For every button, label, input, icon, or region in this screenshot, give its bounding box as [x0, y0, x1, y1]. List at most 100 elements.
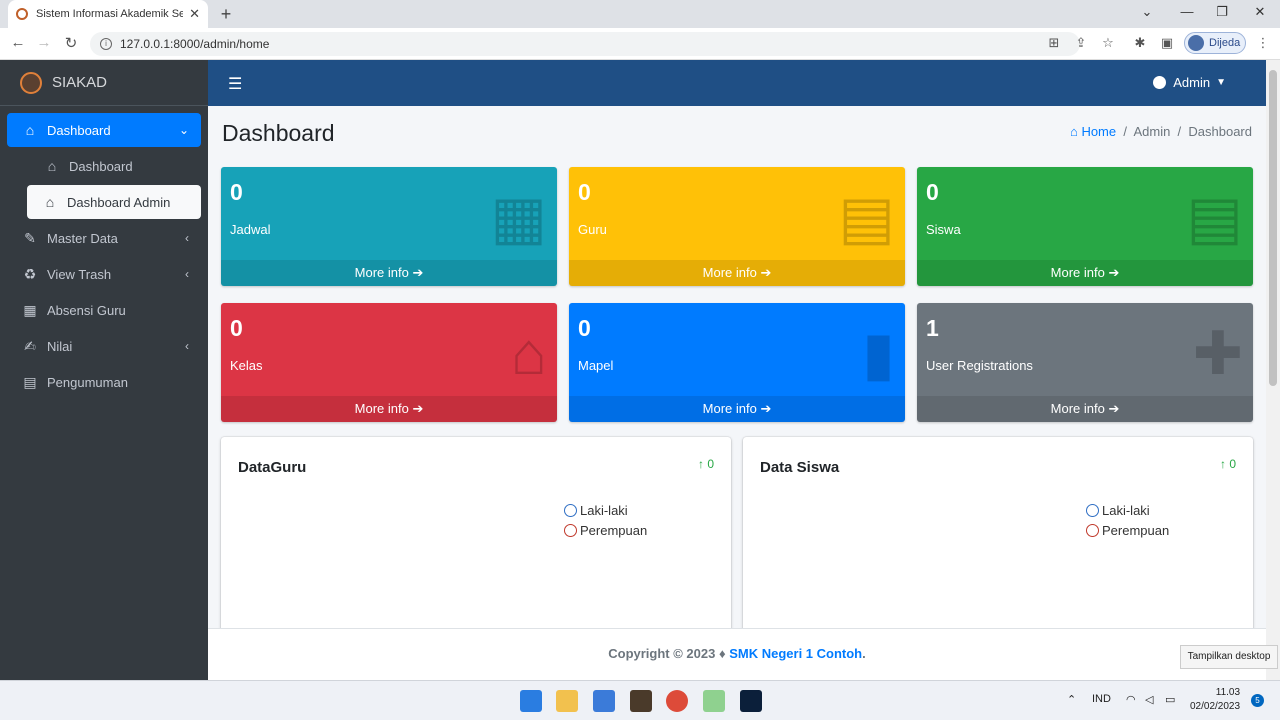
- stat-box-user-registrations: 1 User Registrations ✚ More info ➔: [917, 303, 1253, 422]
- sidebar-item-pengumuman[interactable]: ▤ Pengumuman: [7, 365, 201, 399]
- sidebar-item-label: View Trash: [47, 266, 112, 282]
- breadcrumb-home[interactable]: Home: [1081, 124, 1116, 139]
- stat-value: 0: [926, 179, 939, 205]
- user-name: Admin: [1173, 75, 1211, 90]
- maximize-button[interactable]: ❐: [1212, 4, 1232, 20]
- id-card-icon: ▤: [1186, 184, 1243, 251]
- stat-value: 1: [926, 315, 939, 341]
- bookmark-star-icon[interactable]: ☆: [1099, 35, 1117, 51]
- start-icon[interactable]: [520, 690, 542, 712]
- sidebar-item-label: Absensi Guru: [47, 302, 126, 318]
- back-icon[interactable]: ←: [8, 34, 28, 51]
- notification-badge[interactable]: 5: [1251, 694, 1264, 707]
- more-info-link[interactable]: More info ➔: [221, 260, 557, 286]
- tray-chevron-up-icon[interactable]: ⌃: [1067, 693, 1076, 706]
- card-data-guru: DataGuru ↑ 0 Laki-laki Perempuan: [221, 437, 731, 637]
- signature-icon: ✍: [24, 337, 36, 354]
- forward-icon[interactable]: →: [34, 34, 54, 51]
- sidebar-item-label: Dashboard: [69, 158, 133, 174]
- file-explorer-icon[interactable]: [556, 690, 578, 712]
- breadcrumb-admin[interactable]: Admin: [1133, 124, 1170, 139]
- sidebar-item-master-data[interactable]: ✎ Master Data ‹: [7, 221, 201, 255]
- stat-label: User Registrations: [926, 358, 1033, 373]
- legend-item[interactable]: Perempuan: [564, 523, 647, 538]
- new-tab-button[interactable]: +: [216, 4, 236, 25]
- browser-menu-icon[interactable]: ⋮: [1254, 35, 1272, 51]
- chrome-icon[interactable]: [666, 690, 688, 712]
- translate-icon[interactable]: ⊞: [1045, 35, 1063, 51]
- language-indicator[interactable]: IND: [1092, 693, 1111, 705]
- legend-item[interactable]: Perempuan: [1086, 523, 1169, 538]
- sidebar-item-dashboard[interactable]: ⌂ Dashboard ⌄: [7, 113, 201, 147]
- url-text: 127.0.0.1:8000/admin/home: [120, 37, 270, 51]
- calendar-check-icon: ▦: [23, 301, 37, 318]
- brand-text: SIAKAD: [52, 74, 108, 91]
- stat-box-kelas: 0 Kelas ⌂ More info ➔: [221, 303, 557, 422]
- card-stat: ↑ 0: [697, 457, 714, 471]
- profile-button[interactable]: Dijeda: [1184, 32, 1246, 54]
- house-icon: ⌂: [510, 320, 547, 387]
- app-icon[interactable]: [703, 690, 725, 712]
- user-plus-icon: ✚: [1192, 320, 1243, 387]
- address-bar[interactable]: i 127.0.0.1:8000/admin/home: [90, 32, 1080, 56]
- legend-item[interactable]: Laki-laki: [564, 503, 628, 518]
- sidebar-item-label: Pengumuman: [47, 374, 128, 390]
- photoshop-icon[interactable]: [740, 690, 762, 712]
- caret-down-icon: ▼: [1216, 77, 1226, 88]
- book-icon: ▮: [861, 320, 895, 387]
- user-circle-icon: [1153, 76, 1167, 89]
- sublime-text-icon[interactable]: [630, 690, 652, 712]
- close-tab-icon[interactable]: ✕: [189, 6, 200, 22]
- org-link[interactable]: SMK Negeri 1 Contoh: [729, 646, 862, 661]
- close-window-button[interactable]: ✕: [1250, 4, 1270, 20]
- battery-icon[interactable]: ▭: [1165, 693, 1175, 706]
- user-dropdown[interactable]: Admin ▼: [1153, 75, 1226, 90]
- brand-link[interactable]: SIAKAD: [0, 60, 208, 106]
- notepad-icon[interactable]: [593, 690, 615, 712]
- wifi-icon[interactable]: ◠: [1126, 693, 1136, 706]
- sidebar-item-view-trash[interactable]: ♻ View Trash ‹: [7, 257, 201, 291]
- stat-label: Guru: [578, 222, 607, 237]
- more-info-link[interactable]: More info ➔: [221, 396, 557, 422]
- card-data-siswa: Data Siswa ↑ 0 Laki-laki Perempuan: [743, 437, 1253, 637]
- sidebar-item-absensi-guru[interactable]: ▦ Absensi Guru: [7, 293, 201, 327]
- more-info-link[interactable]: More info ➔: [917, 396, 1253, 422]
- clock[interactable]: 11.03 02/02/2023: [1190, 686, 1240, 714]
- share-icon[interactable]: ⇪: [1072, 35, 1090, 51]
- hamburger-menu-icon[interactable]: ☰: [228, 74, 242, 94]
- avatar: [1188, 35, 1204, 51]
- stat-value: 0: [578, 179, 591, 205]
- stat-value: 0: [230, 315, 243, 341]
- tab-search-icon[interactable]: ⌄: [1137, 4, 1157, 20]
- site-info-icon[interactable]: i: [100, 38, 112, 50]
- stat-label: Mapel: [578, 358, 614, 373]
- extensions-icon[interactable]: ✱: [1131, 35, 1149, 51]
- more-info-link[interactable]: More info ➔: [569, 260, 905, 286]
- more-info-link[interactable]: More info ➔: [917, 260, 1253, 286]
- legend-item[interactable]: Laki-laki: [1086, 503, 1150, 518]
- sidebar-subitem-dashboard-admin[interactable]: ⌂ Dashboard Admin: [27, 185, 201, 219]
- browser-tab[interactable]: Sistem Informasi Akademik Sekolah ✕: [8, 0, 208, 28]
- browser-tab-strip: Sistem Informasi Akademik Sekolah ✕ + ⌄ …: [0, 0, 1280, 28]
- stat-value: 0: [578, 315, 591, 341]
- card-stat: ↑ 0: [1219, 457, 1236, 471]
- clipboard-icon: ▤: [23, 373, 37, 390]
- scrollbar[interactable]: [1266, 60, 1280, 680]
- recycle-icon: ♻: [23, 265, 37, 282]
- sidebar-subitem-dashboard[interactable]: ⌂ Dashboard: [7, 149, 201, 183]
- sidebar-item-label: Dashboard: [47, 122, 111, 138]
- more-info-link[interactable]: More info ➔: [569, 396, 905, 422]
- chevron-left-icon: ‹: [185, 231, 189, 245]
- sidebar-item-label: Dashboard Admin: [67, 194, 171, 210]
- calendar-icon: ▦: [490, 184, 547, 251]
- side-panel-icon[interactable]: ▣: [1158, 35, 1176, 51]
- home-icon: ⌂: [45, 194, 55, 210]
- sidebar-item-nilai[interactable]: ✍ Nilai ‹: [7, 329, 201, 363]
- stat-label: Jadwal: [230, 222, 271, 237]
- taskbar: ⌃ IND ◠ ◁ ▭ 11.03 02/02/2023 5: [0, 680, 1280, 720]
- card-title: Data Siswa: [760, 459, 840, 476]
- reload-icon[interactable]: ↻: [61, 34, 81, 52]
- top-navbar: ☰ Admin ▼: [208, 60, 1266, 106]
- minimize-button[interactable]: —: [1177, 4, 1197, 19]
- volume-icon[interactable]: ◁: [1145, 693, 1153, 706]
